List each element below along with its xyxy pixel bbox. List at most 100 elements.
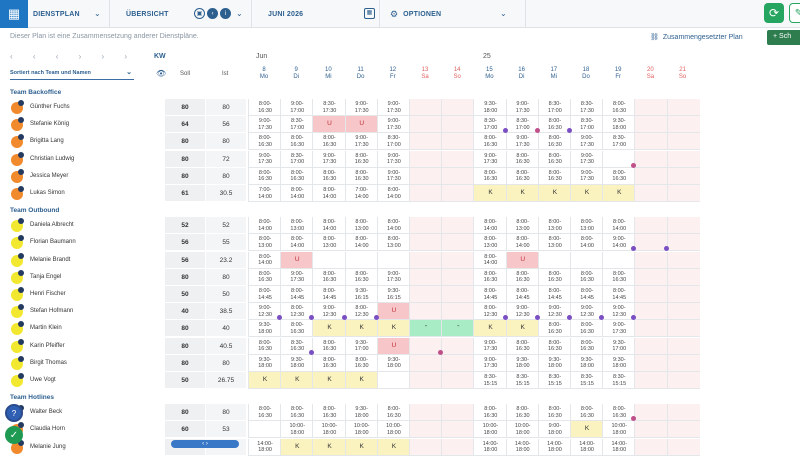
shift-cell[interactable]: 8:00- 16:30 (312, 404, 346, 422)
shift-cell[interactable]: K (344, 372, 378, 389)
shift-cell[interactable] (634, 116, 668, 134)
info-icon[interactable]: i (220, 8, 231, 19)
shift-cell[interactable] (634, 251, 668, 269)
shift-cell[interactable]: K (537, 185, 571, 202)
shift-cell[interactable]: 8:30- 15:15 (473, 372, 507, 389)
shift-cell[interactable]: 9:00- 14:00 (602, 234, 636, 252)
shift-cell[interactable] (409, 404, 443, 422)
shift-cell[interactable]: 8:00- 13:00 (376, 234, 410, 252)
shift-cell[interactable]: 9:30- 18:00 (602, 354, 636, 372)
shift-cell[interactable]: 9:00- 17:30 (570, 167, 604, 185)
shift-cell[interactable]: 8:00- 16:30 (537, 268, 571, 286)
shift-cell[interactable] (666, 251, 700, 269)
shift-cell[interactable]: 9:00- 17:30 (473, 354, 507, 372)
shift-cell[interactable]: 9:00- 17:30 (248, 150, 282, 168)
shift-cell[interactable]: 8:00- 16:30 (312, 133, 346, 151)
shift-cell[interactable] (409, 421, 443, 439)
shift-cell[interactable]: 8:30- 17:00 (376, 133, 410, 151)
shift-cell[interactable]: 8:00- 16:30 (376, 404, 410, 422)
shift-cell[interactable] (441, 150, 475, 168)
options-select[interactable]: ⚙ OPTIONEN ⌄ (384, 0, 526, 28)
shift-cell[interactable]: 9:00- 17:30 (376, 268, 410, 286)
shift-cell[interactable] (570, 251, 604, 269)
shift-cell[interactable]: U (280, 251, 314, 269)
shift-cell[interactable] (409, 268, 443, 286)
shift-cell[interactable]: K (248, 372, 282, 389)
shift-cell[interactable]: K (602, 185, 636, 202)
shift-cell[interactable]: 8:00- 13:00 (344, 217, 378, 235)
shift-cell[interactable]: 8:00- 16:30 (473, 268, 507, 286)
shift-cell[interactable] (409, 185, 443, 202)
employee-name[interactable]: Karin Pfeiffer (30, 343, 65, 349)
shift-cell[interactable] (634, 286, 668, 303)
shift-cell[interactable]: 8:30- 17:00 (570, 116, 604, 134)
shift-cell[interactable] (666, 150, 700, 168)
shift-cell[interactable]: K (505, 185, 539, 202)
shift-cell[interactable]: K (473, 320, 507, 338)
shift-cell[interactable]: 9:30- 18:00 (537, 354, 571, 372)
shift-cell[interactable]: 14:00- 18:00 (570, 438, 604, 456)
shift-cell[interactable]: 8:00- 14:00 (248, 251, 282, 269)
shift-cell[interactable]: 8:00- 13:00 (312, 234, 346, 252)
sort-select[interactable]: Sortiert nach Team und Namen ⌄ (10, 68, 134, 80)
note-marker[interactable] (534, 128, 540, 134)
shift-cell[interactable]: 8:00- 16:30 (537, 150, 571, 168)
shift-cell[interactable]: 8:00- 16:30 (280, 320, 314, 338)
shift-cell[interactable]: 8:00- 16:30 (248, 337, 282, 355)
shift-cell[interactable]: 8:00- 16:30 (248, 404, 282, 422)
shift-cell[interactable] (666, 185, 700, 202)
shift-cell[interactable]: 8:00- 14:00 (505, 234, 539, 252)
shift-cell[interactable]: 8:00- 16:30 (570, 337, 604, 355)
shift-cell[interactable] (441, 286, 475, 303)
shift-cell[interactable]: 9:30- 18:00 (602, 116, 636, 134)
shift-cell[interactable]: 8:00- 14:00 (280, 185, 314, 202)
shift-cell[interactable] (441, 116, 475, 134)
shift-cell[interactable]: K (570, 185, 604, 202)
shift-cell[interactable] (634, 337, 668, 355)
shift-cell[interactable] (666, 337, 700, 355)
employee-name[interactable]: Florian Baumann (30, 239, 76, 245)
employee-name[interactable]: Claudia Horn (30, 426, 65, 432)
shift-cell[interactable]: 10:00- 18:00 (602, 421, 636, 439)
shift-cell[interactable]: 9:00- 17:30 (344, 99, 378, 116)
shift-cell[interactable]: 8:00- 16:30 (312, 268, 346, 286)
shift-cell[interactable]: 8:00- 16:30 (344, 167, 378, 185)
shift-cell[interactable]: 8:00- 13:00 (505, 217, 539, 235)
add-shift-button[interactable]: + Sch (767, 30, 800, 45)
date-navigation[interactable]: ‹ ‹ ‹ › › › (10, 52, 136, 61)
shift-cell[interactable]: 14:00- 18:00 (473, 438, 507, 456)
shift-cell[interactable]: 9:00- 17:30 (473, 337, 507, 355)
shift-cell[interactable]: 8:30- 17:00 (505, 116, 539, 134)
shift-cell[interactable] (634, 185, 668, 202)
shift-cell[interactable] (634, 150, 668, 168)
shift-cell[interactable] (634, 268, 668, 286)
shift-cell[interactable]: 8:00- 16:30 (473, 404, 507, 422)
shift-cell[interactable]: 8:00- 16:30 (248, 268, 282, 286)
shift-cell[interactable]: U (376, 303, 410, 321)
shift-cell[interactable] (602, 150, 636, 168)
shift-cell[interactable]: 8:00- 16:30 (537, 320, 571, 338)
shift-cell[interactable]: 8:00- 13:00 (248, 234, 282, 252)
shift-cell[interactable]: 8:00- 16:30 (602, 167, 636, 185)
shift-cell[interactable]: 8:00- 14:45 (280, 286, 314, 303)
shift-cell[interactable]: 9:30- 18:00 (280, 354, 314, 372)
shift-cell[interactable]: 8:00- 14:00 (473, 217, 507, 235)
shift-cell[interactable]: K (280, 372, 314, 389)
shift-cell[interactable]: 9:00- 17:30 (505, 133, 539, 151)
shift-cell[interactable] (634, 421, 668, 439)
shift-cell[interactable]: 8:00- 16:30 (312, 337, 346, 355)
shift-cell[interactable]: 8:00- 16:30 (537, 337, 571, 355)
employee-name[interactable]: Melanie Brandt (30, 257, 70, 263)
shift-cell[interactable] (537, 251, 571, 269)
shift-cell[interactable]: 8:00- 16:30 (248, 167, 282, 185)
shift-cell[interactable] (409, 133, 443, 151)
shift-cell[interactable] (409, 303, 443, 321)
shift-cell[interactable]: K (376, 438, 410, 456)
shift-cell[interactable] (666, 438, 700, 456)
refresh-button[interactable]: ⟳ (764, 3, 784, 23)
shift-cell[interactable]: 8:00- 14:00 (473, 251, 507, 269)
shift-cell[interactable] (409, 286, 443, 303)
shift-cell[interactable]: K (376, 320, 410, 338)
shift-cell[interactable] (666, 217, 700, 235)
shift-cell[interactable] (441, 268, 475, 286)
